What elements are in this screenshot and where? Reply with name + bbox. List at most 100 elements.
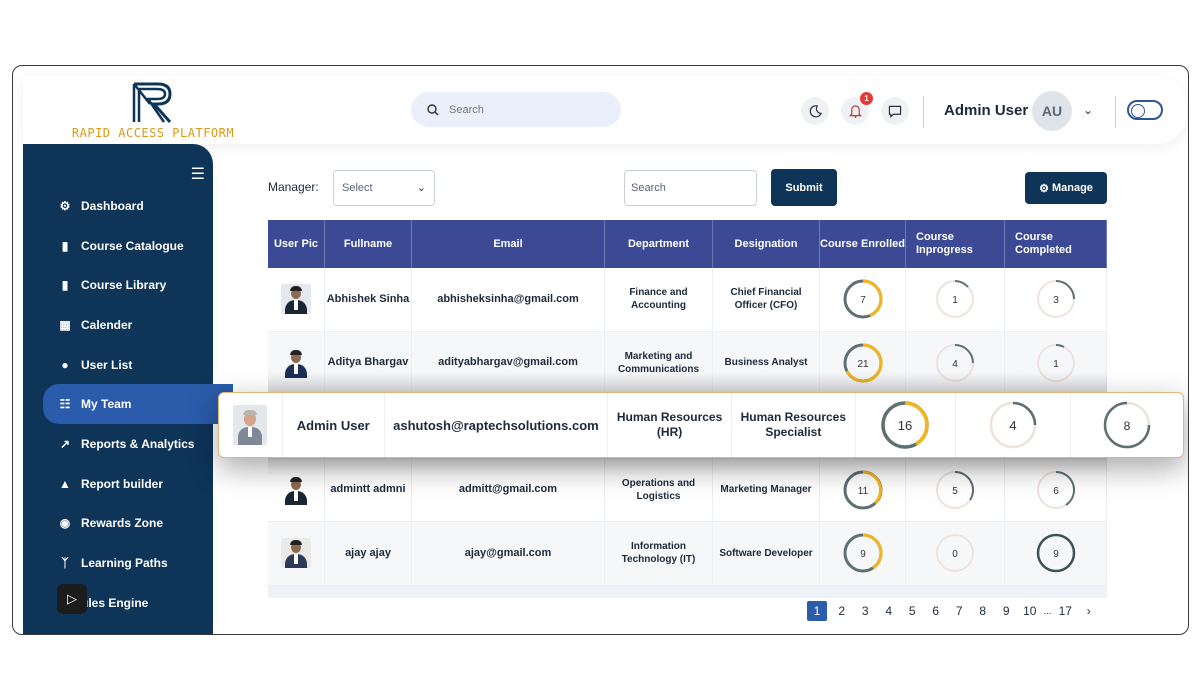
page-button[interactable]: 7 [948,601,972,621]
column-header[interactable]: Course Completed [1005,220,1107,268]
page-button[interactable]: 8 [971,601,995,621]
column-header[interactable]: Course Inprogress [906,220,1005,268]
library-icon: ▮ [61,278,69,293]
row-shadow [268,372,1107,392]
brand-logo[interactable]: RAPID ACCESS PLATFORM [53,80,253,144]
sidebar-item-course-catalogue[interactable]: ▮ Course Catalogue [43,226,213,266]
completed-cell: 3 [1005,268,1107,331]
sidebar-menu: ⚙ Dashboard ▮ Course Catalogue ▮ Course Lib… [43,186,233,623]
chevron-down-icon[interactable]: ⌄ [1083,103,1093,117]
completed-progress-ring: 9 [1036,534,1075,573]
column-header[interactable]: User Pic [268,220,325,268]
page-button-current[interactable]: 1 [807,601,827,621]
enrolled-progress-ring: 9 [843,533,883,573]
next-page-icon[interactable]: › [1077,601,1101,621]
pagination: 1 2 3 4 5 6 7 8 9 10 ... 17 › [807,601,1101,621]
expand-panel-button[interactable]: ▷ [57,584,87,614]
completed-count: 6 [1053,486,1059,497]
divider [923,96,924,128]
inprogress-cell: 1 [906,268,1005,331]
manager-label: Manager: [268,180,319,194]
designation-cell: Human Resources Specialist [732,393,856,457]
table-scrollbar[interactable] [268,586,1107,598]
page-button[interactable]: 10 [1018,601,1042,621]
sidebar-item-my-team[interactable]: ☷ My Team [43,384,233,425]
sidebar-item-learning-paths[interactable]: ᛉ Learning Paths [43,543,213,583]
page-button[interactable]: 6 [924,601,948,621]
sidebar-item-calender[interactable]: ▦ Calender [43,305,213,345]
catalogue-icon: ▮ [61,238,69,253]
page-button[interactable]: 4 [877,601,901,621]
inprogress-cell: 0 [906,522,1005,585]
sidebar-item-label: Reports & Analytics [81,436,195,451]
sidebar-item-user-list[interactable]: ● User List [43,345,213,385]
enrolled-cell: 7 [820,268,906,331]
column-header[interactable]: Department [605,220,713,268]
page-button-last[interactable]: 17 [1054,601,1078,621]
column-header[interactable]: Course Enrolled [820,220,906,268]
area-chart-icon: ▲ [59,476,71,491]
user-photo [233,405,268,445]
enrolled-count: 16 [898,418,912,433]
column-header[interactable]: Fullname [325,220,412,268]
department-cell: Finance and Accounting [605,268,713,331]
manager-select[interactable]: Select ⌄ [333,170,435,206]
page-button[interactable]: 5 [901,601,925,621]
completed-cell: 9 [1005,522,1107,585]
sidebar-item-dashboard[interactable]: ⚙ Dashboard [43,186,213,226]
hamburger-icon[interactable]: ☰ [191,164,205,184]
team-icon: ☷ [59,397,71,412]
table-row[interactable]: Abhishek Sinha abhisheksinha@gmail.com F… [268,268,1107,332]
sidebar-item-reports-analytics[interactable]: ↗ Reports & Analytics [43,424,213,464]
enrolled-count: 9 [860,549,866,560]
row-shadow [268,458,1107,476]
sidebar-item-rewards-zone[interactable]: ◉ Rewards Zone [43,504,213,544]
sidebar-item-course-library[interactable]: ▮ Course Library [43,265,213,305]
expand-icon: ▷ [67,591,77,606]
email-cell: ajay@gmail.com [412,522,605,585]
inprogress-count: 0 [952,549,958,560]
sidebar-item-label: User List [81,357,133,372]
completed-progress-ring: 3 [1036,280,1075,319]
user-photo [281,284,311,315]
inprogress-progress-ring: 0 [936,534,974,573]
theme-toggle[interactable] [1127,100,1163,120]
page-button[interactable]: 2 [830,601,854,621]
moon-icon [809,104,822,117]
table-header: User Pic Fullname Email Department Desig… [268,220,1107,268]
dark-mode-button[interactable] [801,97,829,125]
enrolled-cell: 9 [820,522,906,585]
messages-button[interactable] [881,97,909,125]
page-ellipsis: ... [1043,606,1052,616]
gear-icon: ⚙ [1039,182,1049,195]
manage-button-label: Manage [1051,182,1093,194]
submit-button[interactable]: Submit [771,169,837,206]
enrolled-progress-ring: 16 [881,401,929,449]
page-button[interactable]: 9 [995,601,1019,621]
highlighted-row[interactable]: Admin User ashutosh@raptechsolutions.com… [218,392,1184,458]
notifications-button[interactable]: 1 [841,92,873,125]
column-header[interactable]: Email [412,220,605,268]
column-header[interactable]: Designation [713,220,820,268]
enrolled-count: 21 [857,359,869,370]
sidebar-item-label: Rewards Zone [81,516,164,531]
fullname-cell: Abhishek Sinha [325,268,412,331]
user-photo [281,538,311,569]
user-photo [281,474,311,505]
avatar[interactable]: AU [1032,91,1072,131]
completed-count: 1 [1053,359,1059,370]
sidebar-item-label: Course Catalogue [81,238,184,253]
table-row[interactable]: ajay ajay ajay@gmail.com Information Tec… [268,522,1107,586]
designation-cell: Chief Financial Officer (CFO) [713,268,820,331]
user-pic-cell [219,393,283,457]
global-search-input[interactable] [449,103,599,116]
top-bar: RAPID ACCESS PLATFORM 1 Admin User AU ⌄ [23,76,1187,144]
manage-button[interactable]: ⚙ Manage [1025,172,1107,204]
global-search[interactable] [411,92,621,127]
inprogress-count: 4 [952,359,958,370]
table-search-input[interactable]: Search [624,170,757,206]
sidebar-item-report-builder[interactable]: ▲ Report builder [43,464,213,504]
page-button[interactable]: 3 [854,601,878,621]
sidebar: ☰ ⚙ Dashboard ▮ Course Catalogue ▮ Course L… [23,144,233,634]
manager-select-value: Select [342,182,373,194]
